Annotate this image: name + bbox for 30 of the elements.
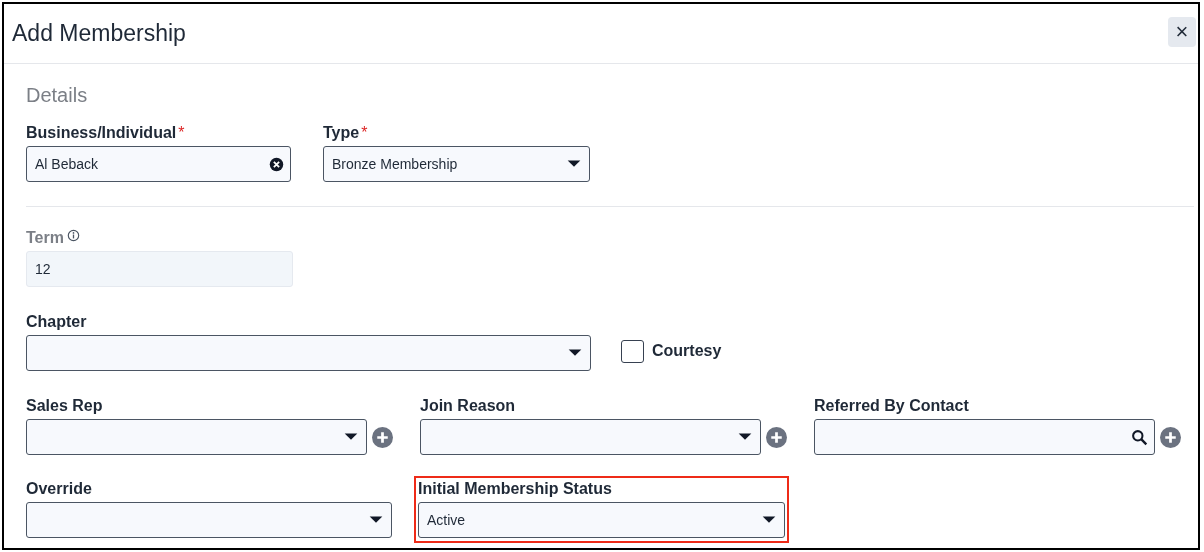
- input-field[interactable]: Al Beback: [26, 146, 291, 182]
- field-label: Term: [26, 228, 64, 248]
- field-label: Initial Membership Status: [418, 479, 612, 499]
- search-field[interactable]: [814, 419, 1155, 455]
- input-field[interactable]: 12: [26, 251, 293, 287]
- field-label: Chapter: [26, 312, 87, 332]
- field-label: Sales Rep: [26, 396, 103, 416]
- dropdown-field[interactable]: [26, 419, 367, 455]
- search-icon[interactable]: [1131, 428, 1148, 446]
- dropdown-field[interactable]: [26, 335, 591, 371]
- field-label: Referred By Contact: [814, 396, 969, 416]
- clear-icon[interactable]: [269, 156, 284, 172]
- dropdown-field[interactable]: Bronze Membership: [323, 146, 590, 182]
- window-title: Add Membership: [12, 19, 186, 49]
- field-label: Business/Individual: [26, 123, 177, 143]
- field-label: Override: [26, 479, 92, 499]
- add-icon[interactable]: [372, 426, 393, 448]
- dropdown-field[interactable]: Active: [418, 502, 785, 538]
- dropdown-field[interactable]: [26, 502, 392, 538]
- add-icon[interactable]: [1160, 426, 1181, 448]
- add-icon[interactable]: [766, 426, 787, 448]
- section-heading: Details: [26, 83, 88, 107]
- dropdown-field[interactable]: [420, 419, 761, 455]
- close-button[interactable]: ×: [1168, 16, 1196, 47]
- required-mark: *: [178, 123, 185, 143]
- required-mark: *: [361, 123, 368, 143]
- checkbox[interactable]: [621, 339, 644, 363]
- checkbox-label: Courtesy: [652, 341, 722, 361]
- field-label: Join Reason: [420, 396, 516, 416]
- field-label: Type: [323, 123, 360, 143]
